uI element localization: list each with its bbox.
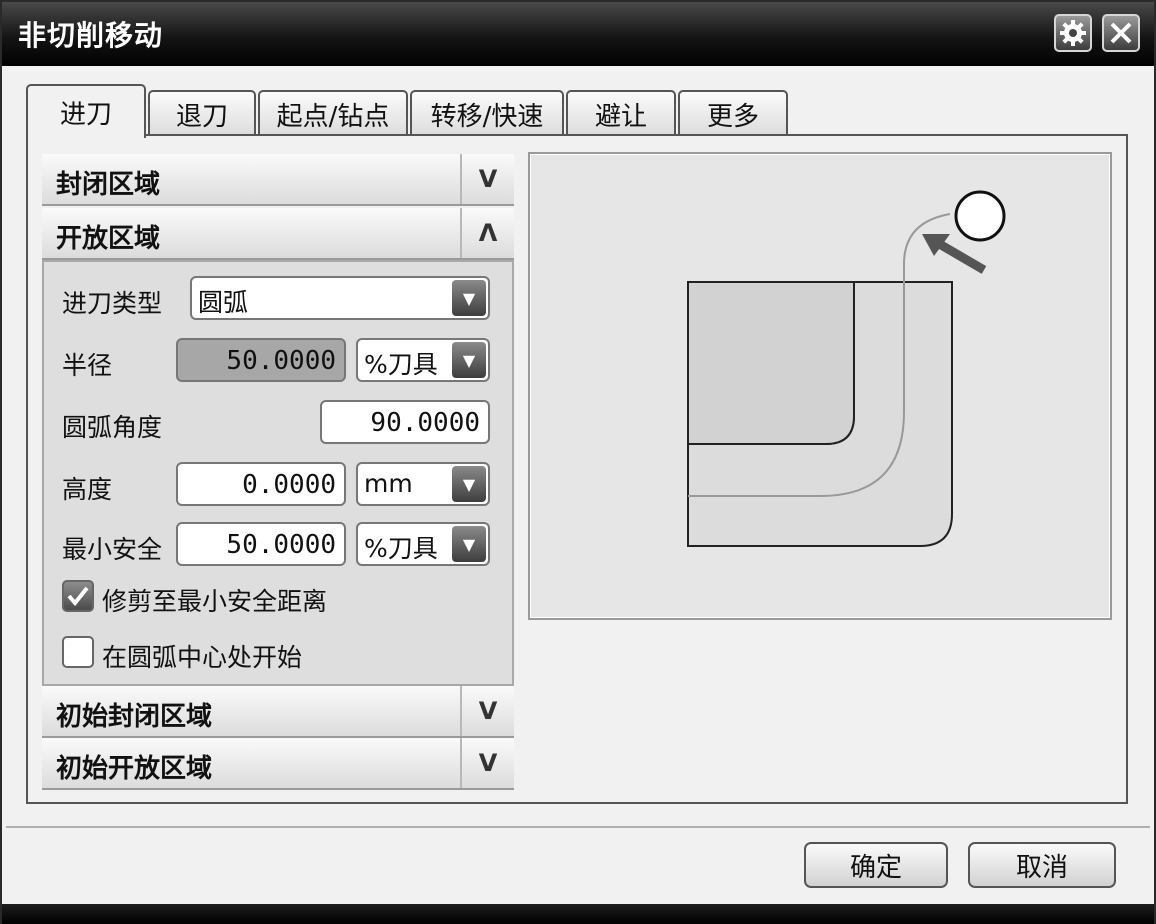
dropdown-arrow-icon: ▼ xyxy=(452,342,486,378)
arc-angle-label: 圆弧角度 xyxy=(62,413,163,442)
min-clearance-input[interactable]: 50.0000 xyxy=(176,522,346,566)
start-at-center-checkbox-label: 在圆弧中心处开始 xyxy=(102,643,303,672)
min-clearance-unit-value: %刀具 xyxy=(364,534,438,563)
min-clearance-label: 最小安全 xyxy=(62,535,163,564)
radius-label: 半径 xyxy=(62,351,113,380)
section-closed-area[interactable]: 封闭区域 V xyxy=(42,154,514,206)
tab-avoidance[interactable]: 避让 xyxy=(566,90,676,136)
radius-input[interactable]: 50.0000 xyxy=(176,338,346,382)
tab-content-panel: 封闭区域 V 开放区域 Λ 进刀类型 圆弧 ▼ 半径 50.0000 %刀具 ▼… xyxy=(26,134,1128,804)
footer-divider xyxy=(6,826,1150,828)
height-unit-value: mm xyxy=(364,469,413,498)
section-label: 开放区域 xyxy=(56,224,161,254)
tab-engage[interactable]: 进刀 xyxy=(26,84,146,138)
dropdown-arrow-icon: ▼ xyxy=(452,280,486,316)
radius-unit-value: %刀具 xyxy=(364,350,438,379)
start-at-center-checkbox[interactable] xyxy=(62,636,94,668)
section-initial-closed-area[interactable]: 初始封闭区域 V xyxy=(42,686,514,738)
close-icon xyxy=(1110,22,1132,44)
cancel-button[interactable]: 取消 xyxy=(968,842,1116,888)
tab-retract[interactable]: 退刀 xyxy=(148,90,256,136)
close-button[interactable] xyxy=(1102,14,1140,52)
trim-checkbox-label: 修剪至最小安全距离 xyxy=(102,587,328,616)
dropdown-arrow-icon: ▼ xyxy=(452,466,486,502)
tab-start-drill-point[interactable]: 起点/钻点 xyxy=(258,90,408,136)
chevron-down-icon[interactable]: V xyxy=(460,686,514,736)
height-unit-select[interactable]: mm ▼ xyxy=(356,462,490,506)
trim-checkbox[interactable] xyxy=(62,580,94,612)
min-clearance-unit-select[interactable]: %刀具 ▼ xyxy=(356,522,490,566)
tab-transfer-rapid[interactable]: 转移/快速 xyxy=(410,90,564,136)
radius-unit-select[interactable]: %刀具 ▼ xyxy=(356,338,490,382)
engage-type-label: 进刀类型 xyxy=(62,289,163,318)
dialog-window: 非切削移动 进刀 退刀 起点/钻点 转移/快速 避让 更多 封闭区域 V 开放区… xyxy=(0,0,1156,924)
title-bar: 非切削移动 xyxy=(2,2,1154,66)
arc-engage-diagram xyxy=(687,190,1006,547)
dropdown-arrow-icon: ▼ xyxy=(452,526,486,562)
section-initial-open-area[interactable]: 初始开放区域 V xyxy=(42,738,514,790)
arc-angle-input[interactable]: 90.0000 xyxy=(320,400,490,444)
section-open-area[interactable]: 开放区域 Λ xyxy=(42,208,514,260)
engage-type-value: 圆弧 xyxy=(198,288,249,317)
tab-more[interactable]: 更多 xyxy=(678,90,788,136)
height-input[interactable]: 0.0000 xyxy=(176,462,346,506)
ok-button[interactable]: 确定 xyxy=(804,842,948,888)
chevron-up-icon[interactable]: Λ xyxy=(460,208,514,258)
dialog-title: 非切削移动 xyxy=(18,19,164,52)
engage-preview-image xyxy=(528,152,1112,620)
section-label: 封闭区域 xyxy=(56,170,161,200)
chevron-down-icon[interactable]: V xyxy=(460,154,514,204)
engage-type-select[interactable]: 圆弧 ▼ xyxy=(190,276,490,320)
height-label: 高度 xyxy=(62,475,113,504)
checkmark-icon xyxy=(67,586,89,607)
window-bottom-border xyxy=(2,904,1154,924)
open-area-content: 进刀类型 圆弧 ▼ 半径 50.0000 %刀具 ▼ 圆弧角度 90.0000 … xyxy=(42,260,514,686)
gear-icon xyxy=(1060,20,1086,46)
chevron-down-icon[interactable]: V xyxy=(460,738,514,788)
settings-button[interactable] xyxy=(1054,14,1092,52)
section-label: 初始开放区域 xyxy=(56,754,213,784)
section-label: 初始封闭区域 xyxy=(56,702,213,732)
